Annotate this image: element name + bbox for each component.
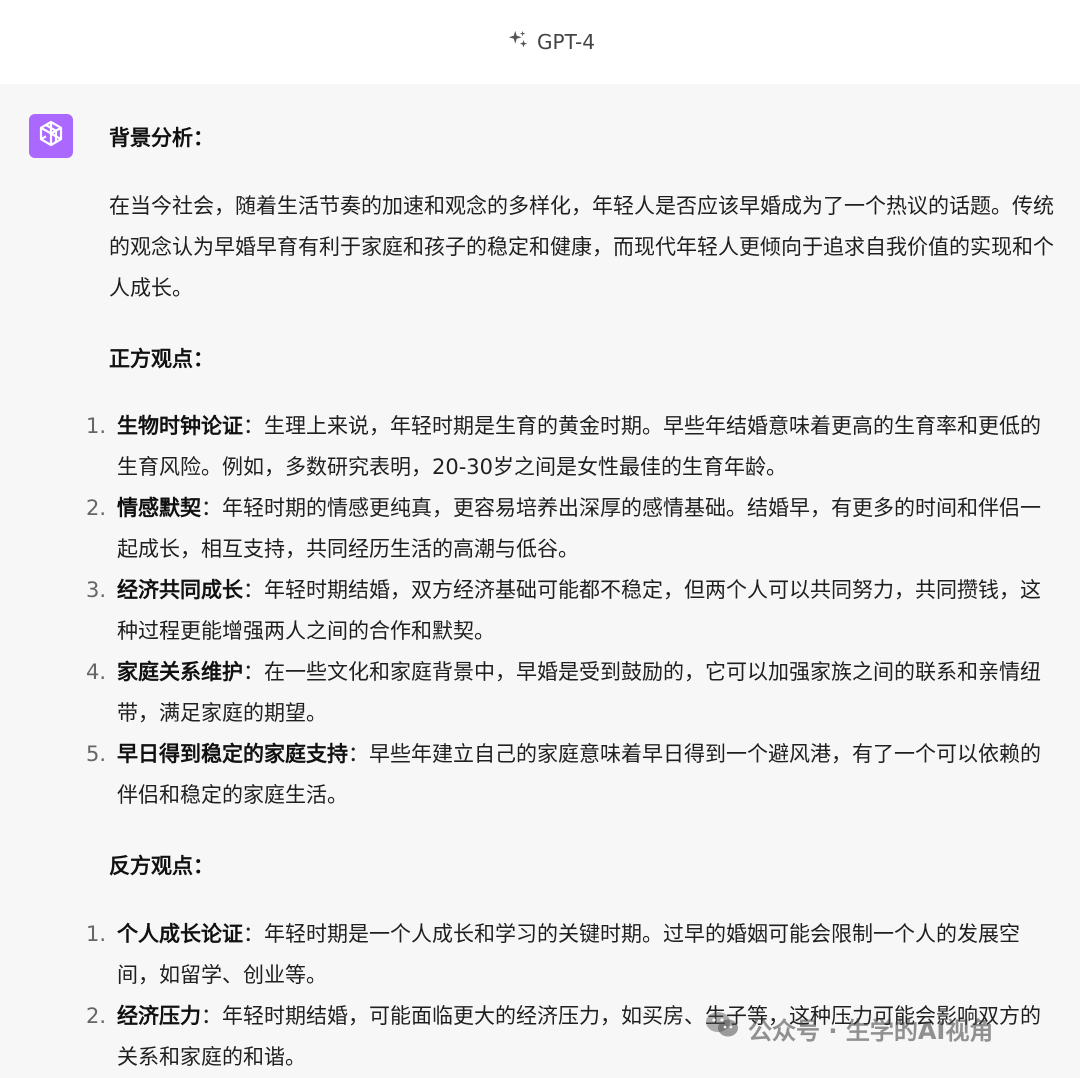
assistant-avatar [29, 114, 73, 158]
item-title: 个人成长论证 [117, 922, 243, 946]
pro-heading: 正方观点： [109, 347, 214, 371]
sparkles-icon [507, 29, 529, 56]
con-heading: 反方观点： [109, 854, 214, 878]
list-number: 2. [86, 1004, 107, 1028]
list-number: 4. [86, 660, 107, 684]
item-separator: ： [243, 578, 264, 602]
watermark-text: 公众号 · 生学的AI视角 [748, 1016, 994, 1045]
list-number: 1. [86, 414, 107, 438]
message-area: 背景分析： 在当今社会，随着生活节奏的加速和观念的多样化，年轻人是否应该早婚成为… [0, 84, 1080, 1074]
list-item: 1. 生物时钟论证：生理上来说，年轻时期是生育的黄金时期。早些年结婚意味着更高的生… [0, 406, 1080, 488]
item-separator: ： [201, 496, 222, 520]
top-bar: GPT-4 [0, 0, 1080, 84]
con-list: 1. 个人成长论证：年轻时期是一个人成长和学习的关键时期。过早的婚姻可能会限制一个… [0, 914, 1080, 1078]
list-item: 2. 情感默契：年轻时期的情感更纯真，更容易培养出深厚的感情基础。结婚早，有更多的… [0, 488, 1080, 570]
item-title: 经济压力 [117, 1004, 201, 1028]
model-name: GPT-4 [537, 30, 595, 54]
list-number: 5. [86, 742, 107, 766]
item-title: 生物时钟论证 [117, 414, 243, 438]
wechat-icon [704, 1010, 740, 1046]
item-separator: ： [243, 660, 264, 684]
item-title: 情感默契 [117, 496, 201, 520]
item-title: 早日得到稳定的家庭支持 [117, 742, 348, 766]
background-paragraph: 在当今社会，随着生活节奏的加速和观念的多样化，年轻人是否应该早婚成为了一个热议的… [109, 194, 1054, 300]
list-item: 5. 早日得到稳定的家庭支持：早些年建立自己的家庭意味着早日得到一个避风港，有了一… [0, 734, 1080, 816]
item-title: 经济共同成长 [117, 578, 243, 602]
openai-logo-icon [35, 118, 67, 154]
list-item: 3. 经济共同成长：年轻时期结婚，双方经济基础可能都不稳定，但两个人可以共同努力，… [0, 570, 1080, 652]
item-separator: ： [201, 1004, 222, 1028]
watermark: 公众号 · 生学的AI视角 [704, 1010, 993, 1046]
background-heading: 背景分析： [109, 126, 214, 150]
item-separator: ： [348, 742, 369, 766]
list-item: 4. 家庭关系维护：在一些文化和家庭背景中，早婚是受到鼓励的，它可以加强家族之间的… [0, 652, 1080, 734]
pro-list: 1. 生物时钟论证：生理上来说，年轻时期是生育的黄金时期。早些年结婚意味着更高的生… [0, 406, 1080, 816]
list-number: 2. [86, 496, 107, 520]
list-number: 1. [86, 922, 107, 946]
item-separator: ： [243, 922, 264, 946]
list-item: 1. 个人成长论证：年轻时期是一个人成长和学习的关键时期。过早的婚姻可能会限制一个… [0, 914, 1080, 996]
item-separator: ： [243, 414, 264, 438]
model-selector[interactable]: GPT-4 [507, 29, 595, 56]
item-text: 年轻时期的情感更纯真，更容易培养出深厚的感情基础。结婚早，有更多的时间和伴侣一起… [117, 496, 1041, 561]
item-title: 家庭关系维护 [117, 660, 243, 684]
list-number: 3. [86, 578, 107, 602]
